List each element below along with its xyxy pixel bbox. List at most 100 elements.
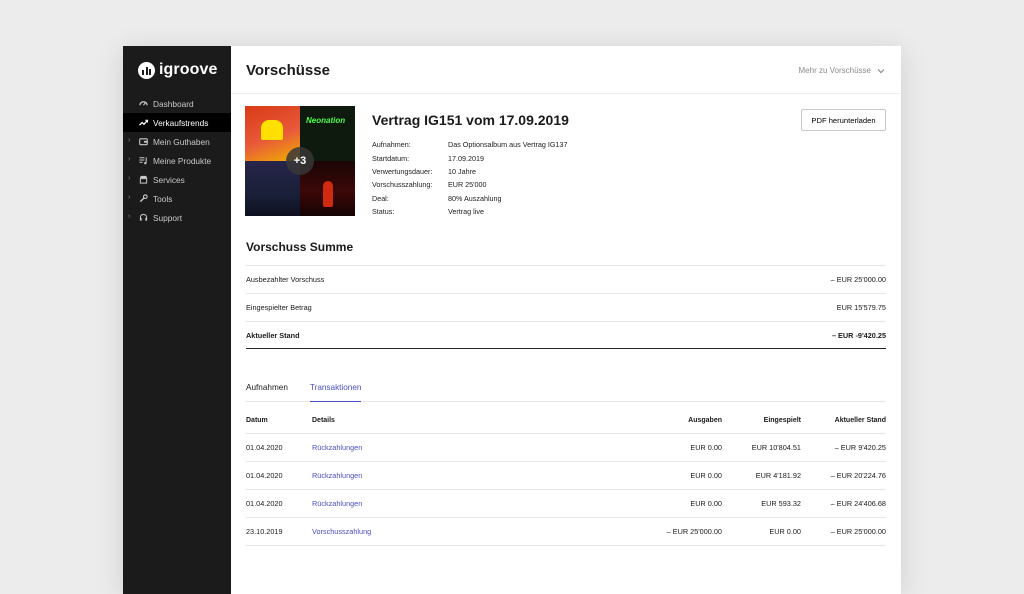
detail-label: Aufnahmen: xyxy=(372,140,411,150)
sidebar-item-label: Services xyxy=(153,174,185,185)
sidebar-item-services[interactable]: › Services xyxy=(123,170,231,189)
header-link-label: Mehr zu Vorschüsse xyxy=(798,66,871,75)
summary-label: Aktueller Stand xyxy=(246,330,300,340)
column-header-details[interactable]: Details xyxy=(312,417,482,424)
main-content: Vorschüsse Mehr zu Vorschüsse Neonation … xyxy=(231,46,901,594)
page-header: Vorschüsse Mehr zu Vorschüsse xyxy=(231,46,901,94)
detail-value: 17.09.2019 xyxy=(448,153,484,163)
sidebar-item-dashboard[interactable]: Dashboard xyxy=(123,94,231,113)
cell-date: 01.04.2020 xyxy=(246,499,283,508)
sidebar-item-label: Tools xyxy=(153,193,173,204)
table-row: 01.04.2020 Rückzahlungen EUR 0.00 EUR 4'… xyxy=(246,462,886,490)
sidebar-nav: Dashboard Verkaufstrends › Mein Guthaben… xyxy=(123,94,231,227)
sidebar-item-meine-produkte[interactable]: › Meine Produkte xyxy=(123,151,231,170)
tab-bar: Aufnahmen Transaktionen xyxy=(246,380,886,402)
summary-label: Eingespielter Betrag xyxy=(246,303,312,312)
cell-date: 01.04.2020 xyxy=(246,471,283,480)
page-title: Vorschüsse xyxy=(246,62,330,79)
detail-row: Vorschusszahlung: EUR 25'000 xyxy=(372,178,567,191)
detail-row: Aufnahmen: Das Optionsalbum aus Vertrag I… xyxy=(372,138,567,151)
summary-table: Ausbezahlter Vorschuss – EUR 25'000.00 E… xyxy=(246,265,886,349)
cell-aktueller-stand: – EUR 20'224.76 xyxy=(830,471,886,480)
summary-label: Ausbezahlter Vorschuss xyxy=(246,275,325,284)
summary-total-row: Aktueller Stand – EUR -9'420.25 xyxy=(246,321,886,349)
music-list-icon xyxy=(138,156,148,166)
column-header-datum[interactable]: Datum xyxy=(246,417,312,424)
sidebar-item-mein-guthaben[interactable]: › Mein Guthaben xyxy=(123,132,231,151)
cell-eingespielt: EUR 4'181.92 xyxy=(755,471,801,480)
dashboard-icon xyxy=(138,99,148,109)
chevron-right-icon: › xyxy=(128,175,131,182)
detail-row: Verwertungsdauer: 10 Jahre xyxy=(372,165,567,178)
summary-row: Ausbezahlter Vorschuss – EUR 25'000.00 xyxy=(246,265,886,293)
cell-aktueller-stand: – EUR 9'420.25 xyxy=(834,443,886,452)
pdf-download-button[interactable]: PDF herunterladen xyxy=(801,109,886,131)
cell-ausgaben: EUR 0.00 xyxy=(690,499,722,508)
logo-icon xyxy=(138,61,155,79)
cell-details-link[interactable]: Vorschusszahlung xyxy=(312,527,482,536)
chevron-right-icon: › xyxy=(128,213,131,220)
tab-transaktionen[interactable]: Transaktionen xyxy=(309,380,362,402)
sidebar-item-label: Verkaufstrends xyxy=(153,117,209,128)
app-window: igroove Dashboard Verkaufstrends › Mein … xyxy=(123,46,901,594)
cell-date: 23.10.2019 xyxy=(246,527,283,536)
detail-label: Vorschusszahlung: xyxy=(372,180,433,190)
more-about-advances-link[interactable]: Mehr zu Vorschüsse xyxy=(799,66,885,75)
logo[interactable]: igroove xyxy=(138,60,218,80)
detail-row: Status: Vertrag live xyxy=(372,205,567,218)
wrench-icon xyxy=(138,194,148,204)
sidebar-item-verkaufstrends[interactable]: Verkaufstrends xyxy=(123,113,231,132)
column-header-aktueller-stand[interactable]: Aktueller Stand xyxy=(801,417,886,424)
detail-value: Das Optionsalbum aus Vertrag IG137 xyxy=(448,140,568,150)
tab-aufnahmen[interactable]: Aufnahmen xyxy=(246,380,288,402)
cell-date: 01.04.2020 xyxy=(246,443,283,452)
sidebar-item-label: Support xyxy=(153,212,183,223)
chevron-right-icon: › xyxy=(128,194,131,201)
logo-text: igroove xyxy=(159,61,218,78)
sidebar-item-label: Meine Produkte xyxy=(153,155,212,166)
detail-value: 80% Auszahlung xyxy=(448,193,502,203)
chevron-right-icon: › xyxy=(128,156,131,163)
column-header-ausgaben[interactable]: Ausgaben xyxy=(482,417,722,424)
more-covers-badge: +3 xyxy=(286,147,314,175)
cell-ausgaben: EUR 0.00 xyxy=(690,443,722,452)
sidebar-item-label: Mein Guthaben xyxy=(153,136,210,147)
table-row: 01.04.2020 Rückzahlungen EUR 0.00 EUR 59… xyxy=(246,490,886,518)
headset-icon xyxy=(138,213,148,223)
cell-ausgaben: EUR 0.00 xyxy=(690,471,722,480)
contract-title: Vertrag IG151 vom 17.09.2019 xyxy=(372,112,569,128)
cell-ausgaben: – EUR 25'000.00 xyxy=(666,527,722,536)
store-icon xyxy=(138,175,148,185)
detail-label: Startdatum: xyxy=(372,153,410,163)
cover-title-neonation: Neonation xyxy=(306,116,346,125)
cell-details-link[interactable]: Rückzahlungen xyxy=(312,499,482,508)
detail-value: 10 Jahre xyxy=(448,166,476,176)
sidebar-item-tools[interactable]: › Tools xyxy=(123,189,231,208)
sidebar-item-support[interactable]: › Support xyxy=(123,208,231,227)
contract-id: Vertrag IG151 xyxy=(372,112,463,128)
table-row: 01.04.2020 Rückzahlungen EUR 0.00 EUR 10… xyxy=(246,434,886,462)
contract-date: vom 17.09.2019 xyxy=(462,112,569,128)
column-header-eingespielt[interactable]: Eingespielt xyxy=(722,417,801,424)
transactions-table: Datum Details Ausgaben Eingespielt Aktue… xyxy=(246,408,886,546)
cell-aktueller-stand: – EUR 24'406.68 xyxy=(830,499,886,508)
cell-details-link[interactable]: Rückzahlungen xyxy=(312,471,482,480)
cell-eingespielt: EUR 593.32 xyxy=(761,499,801,508)
chevron-down-icon xyxy=(877,68,885,73)
wallet-icon xyxy=(138,137,148,147)
summary-value: – EUR -9'420.25 xyxy=(831,330,886,340)
table-row: 23.10.2019 Vorschusszahlung – EUR 25'000… xyxy=(246,518,886,546)
cell-eingespielt: EUR 0.00 xyxy=(769,527,801,536)
detail-label: Status: xyxy=(372,207,395,217)
detail-row: Startdatum: 17.09.2019 xyxy=(372,151,567,164)
detail-label: Verwertungsdauer: xyxy=(372,166,433,176)
detail-label: Deal: xyxy=(372,193,389,203)
cell-details-link[interactable]: Rückzahlungen xyxy=(312,443,482,452)
detail-value: Vertrag live xyxy=(448,207,484,217)
cell-aktueller-stand: – EUR 25'000.00 xyxy=(830,527,886,536)
table-header-row: Datum Details Ausgaben Eingespielt Aktue… xyxy=(246,408,886,434)
sidebar: igroove Dashboard Verkaufstrends › Mein … xyxy=(123,46,231,594)
sidebar-item-label: Dashboard xyxy=(153,98,194,109)
summary-row: Eingespielter Betrag EUR 15'579.75 xyxy=(246,293,886,321)
release-cover-collage[interactable]: Neonation +3 xyxy=(245,106,355,216)
